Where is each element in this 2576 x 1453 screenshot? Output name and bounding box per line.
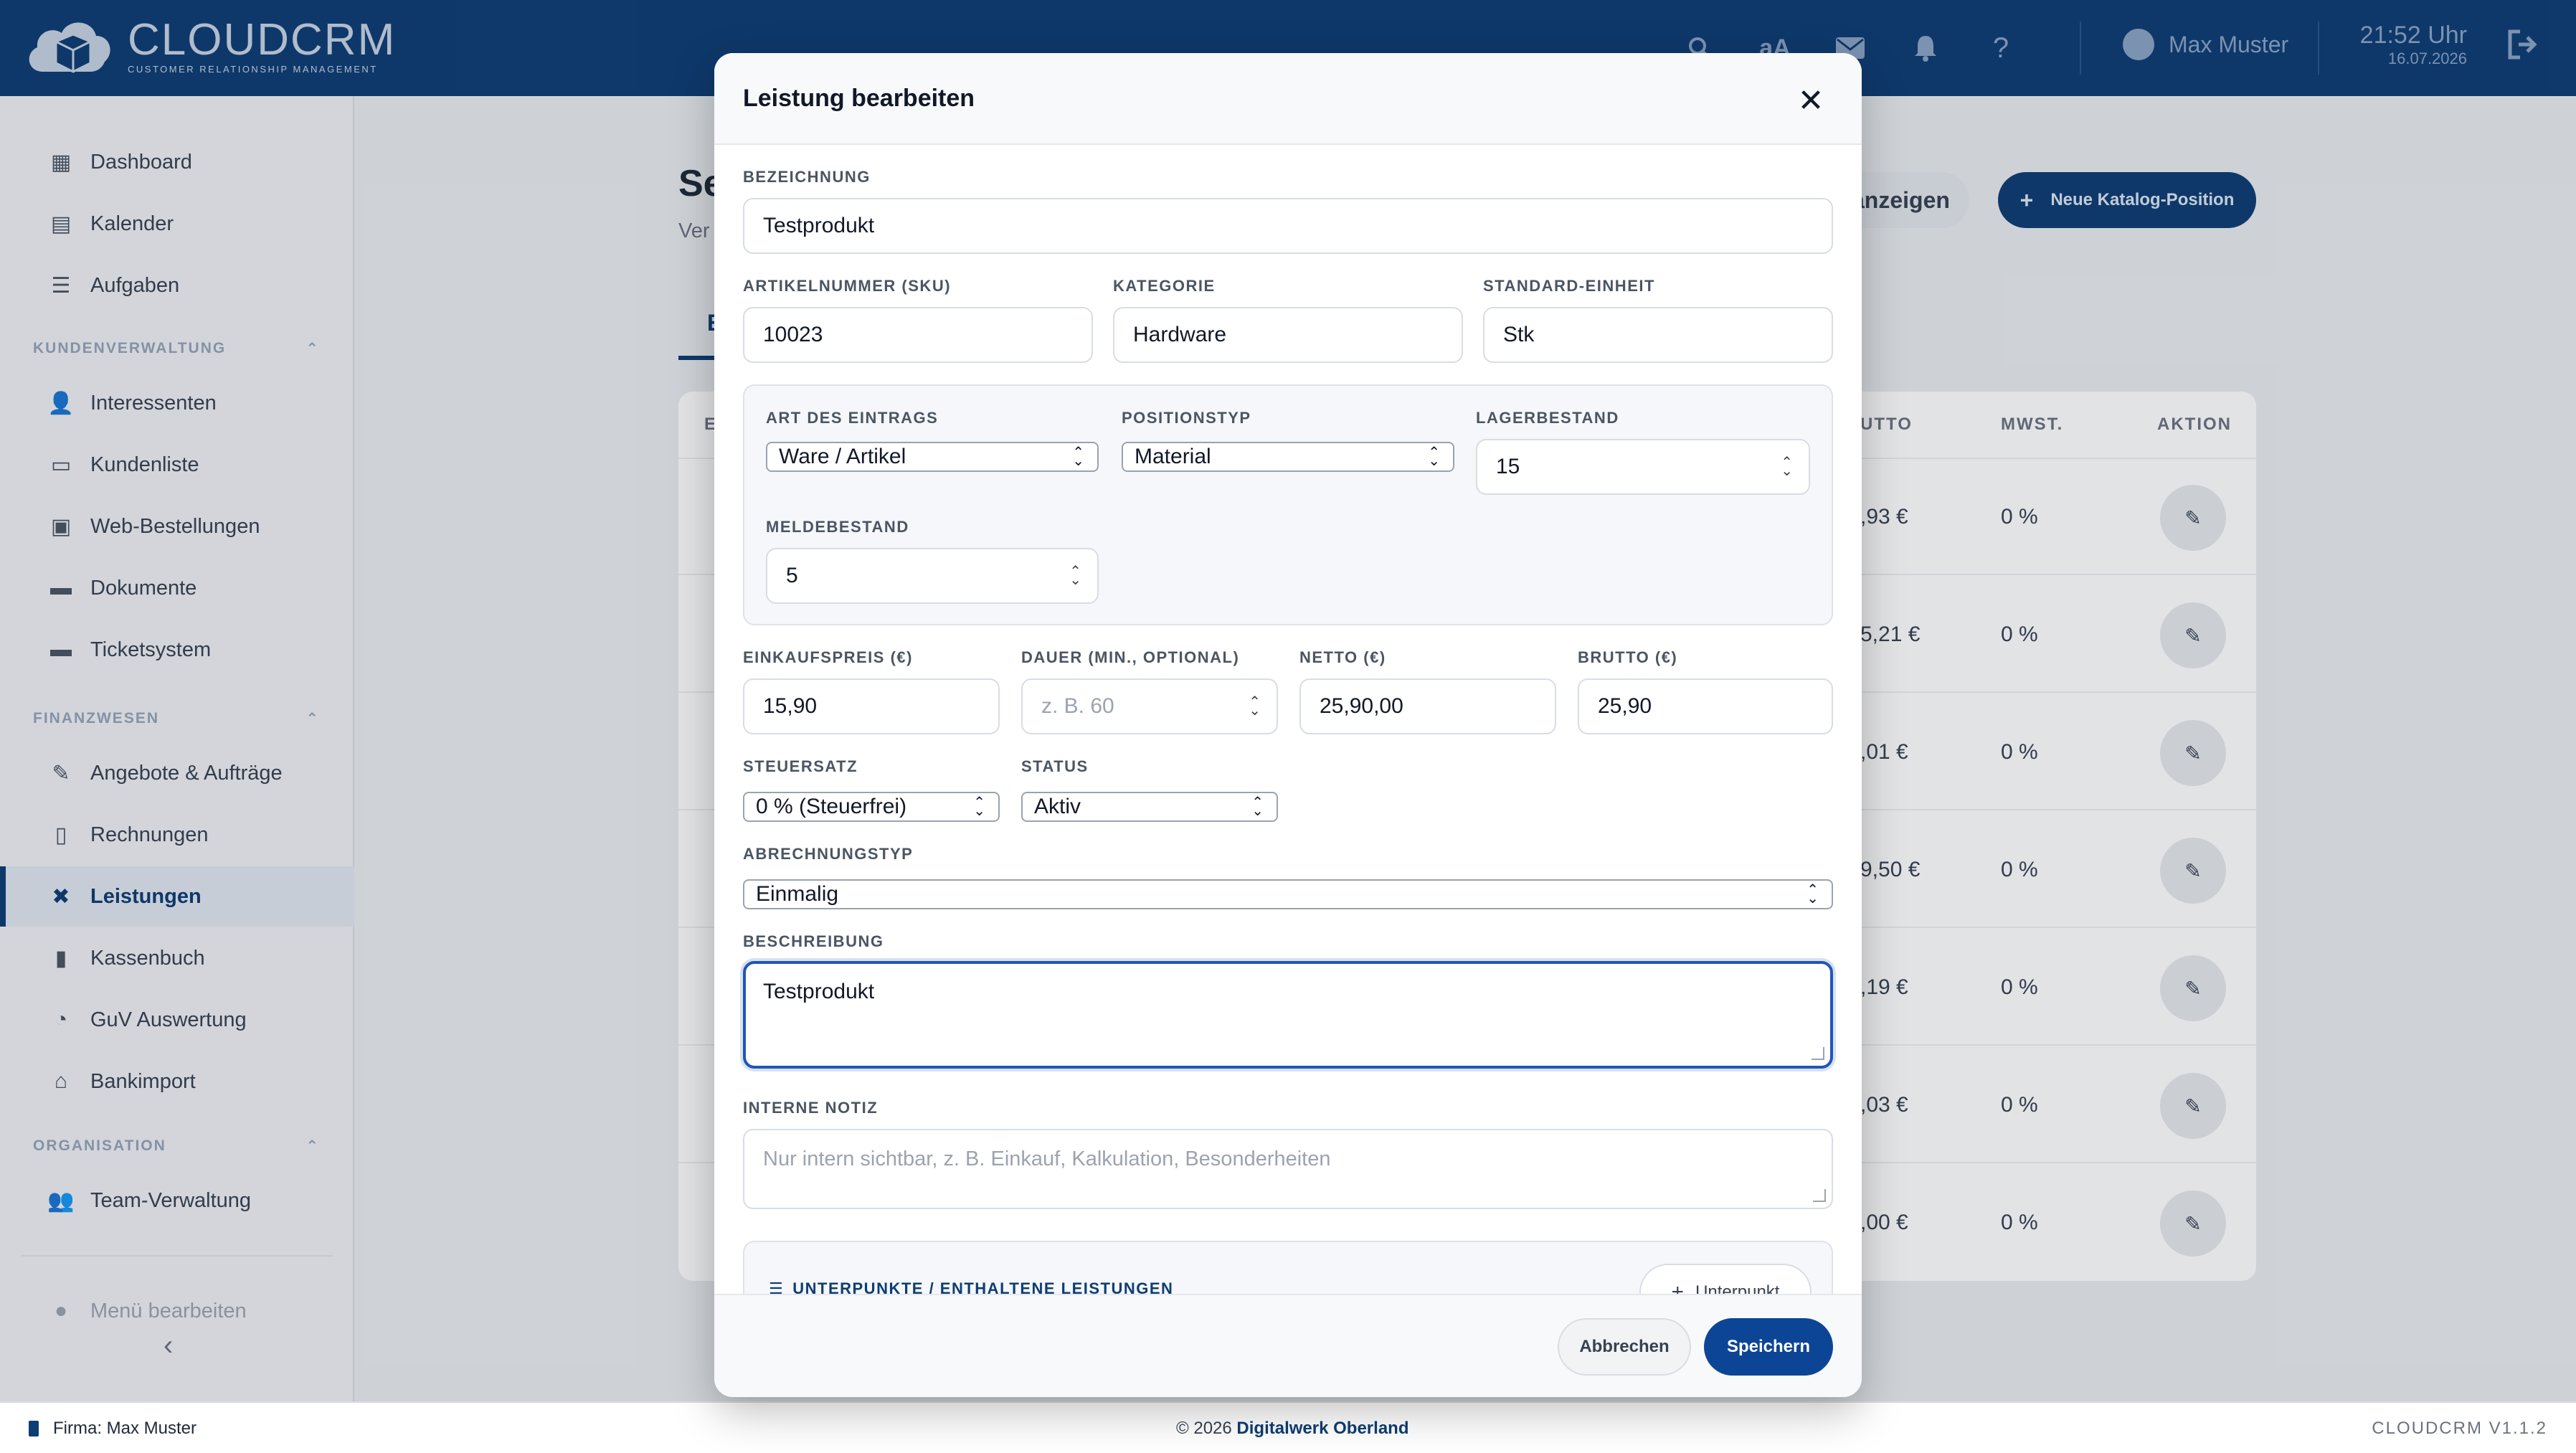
steuersatz-select-value: 0 % (Steuerfrei) [756,795,907,818]
meldebestand-label: MELDEBESTAND [766,518,909,536]
einheit-input[interactable]: Stk [1483,307,1833,363]
footer-firm-label: Firma: Max Muster [53,1419,197,1438]
brutto-label: BRUTTO (€) [1578,648,1678,666]
building-icon [29,1421,39,1437]
modal-footer: Abbrechen Speichern [714,1294,1862,1397]
number-spinner-icon[interactable]: ⌃ ⌄ [1249,695,1261,718]
footer-copyright: © 2026 Digitalwerk Oberland [1176,1419,1408,1439]
sku-label: ARTIKELNUMMER (SKU) [743,277,952,295]
close-icon[interactable]: ✕ [1793,83,1829,119]
select-arrows-icon: ⌃ ⌄ [1806,882,1819,907]
art-label: ART DES EINTRAGS [766,409,939,427]
art-select-value: Ware / Artikel [779,445,906,468]
meldebestand-value: 5 [786,564,798,587]
steuersatz-select[interactable]: 0 % (Steuerfrei) ⌃ ⌄ [743,792,1000,822]
modal-header: Leistung bearbeiten ✕ [714,53,1862,145]
lagerbestand-input[interactable]: 15 ⌃ ⌄ [1476,439,1810,495]
einkaufspreis-label: EINKAUFSPREIS (€) [743,648,913,666]
brutto-input[interactable]: 25,90 [1578,678,1833,734]
einheit-label: STANDARD-EINHEIT [1483,277,1655,295]
status-label: STATUS [1021,757,1089,775]
resize-handle-icon[interactable] [1812,1047,1824,1060]
modal-title: Leistung bearbeiten [743,85,975,112]
art-select[interactable]: Ware / Artikel ⌃ ⌄ [766,442,1099,472]
lagerbestand-label: LAGERBESTAND [1476,409,1619,427]
edit-service-modal: Leistung bearbeiten ✕ BEZEICHNUNG Testpr… [714,53,1862,1397]
select-arrows-icon: ⌃ ⌄ [1251,795,1264,819]
interne-notiz-textarea[interactable]: Nur intern sichtbar, z. B. Einkauf, Kalk… [743,1129,1833,1209]
copyright-link[interactable]: Digitalwerk Oberland [1236,1419,1408,1438]
netto-input[interactable]: 25,90,00 [1299,678,1556,734]
netto-label: NETTO (€) [1299,648,1386,666]
cancel-button[interactable]: Abbrechen [1558,1318,1691,1376]
bezeichnung-input[interactable]: Testprodukt [743,198,1833,254]
einkaufspreis-input[interactable]: 15,90 [743,678,1000,734]
beschreibung-textarea[interactable]: Testprodukt [743,961,1833,1069]
positionstyp-label: POSITIONSTYP [1122,409,1251,427]
beschreibung-label: BESCHREIBUNG [743,932,884,950]
interne-notiz-placeholder: Nur intern sichtbar, z. B. Einkauf, Kalk… [763,1147,1331,1170]
dauer-placeholder: z. B. 60 [1041,694,1114,718]
resize-handle-icon[interactable] [1813,1189,1826,1202]
kategorie-label: KATEGORIE [1113,277,1216,295]
kategorie-input[interactable]: Hardware [1113,307,1463,363]
footer: Firma: Max Muster © 2026 Digitalwerk Obe… [0,1401,2576,1453]
select-arrows-icon: ⌃ ⌄ [1428,445,1440,469]
sku-input[interactable]: 10023 [743,307,1093,363]
abrechnungstyp-label: ABRECHNUNGSTYP [743,845,914,863]
number-spinner-icon[interactable]: ⌃ ⌄ [1069,564,1081,587]
bezeichnung-label: BEZEICHNUNG [743,168,871,186]
interne-notiz-label: INTERNE NOTIZ [743,1099,879,1117]
steuersatz-label: STEUERSATZ [743,757,858,775]
abrechnungstyp-select-value: Einmalig [756,882,839,906]
select-arrows-icon: ⌃ ⌄ [973,795,985,819]
meldebestand-input[interactable]: 5 ⌃ ⌄ [766,548,1099,604]
abrechnungstyp-select[interactable]: Einmalig ⌃ ⌄ [743,879,1833,909]
status-select[interactable]: Aktiv ⌃ ⌄ [1021,792,1278,822]
positionstyp-select[interactable]: Material ⌃ ⌄ [1122,442,1454,472]
beschreibung-value: Testprodukt [763,980,875,1003]
positionstyp-select-value: Material [1135,445,1211,468]
select-arrows-icon: ⌃ ⌄ [1072,445,1084,469]
dauer-label: DAUER (MIN., OPTIONAL) [1021,648,1240,666]
dauer-input[interactable]: z. B. 60 ⌃ ⌄ [1021,678,1278,734]
footer-firm: Firma: Max Muster [29,1419,196,1439]
copyright-text: © 2026 [1176,1419,1232,1438]
lagerbestand-value: 15 [1496,455,1520,478]
save-button[interactable]: Speichern [1704,1318,1833,1376]
status-select-value: Aktiv [1034,795,1081,818]
number-spinner-icon[interactable]: ⌃ ⌄ [1781,455,1793,478]
footer-version: CLOUDCRM V1.1.2 [2372,1419,2547,1438]
